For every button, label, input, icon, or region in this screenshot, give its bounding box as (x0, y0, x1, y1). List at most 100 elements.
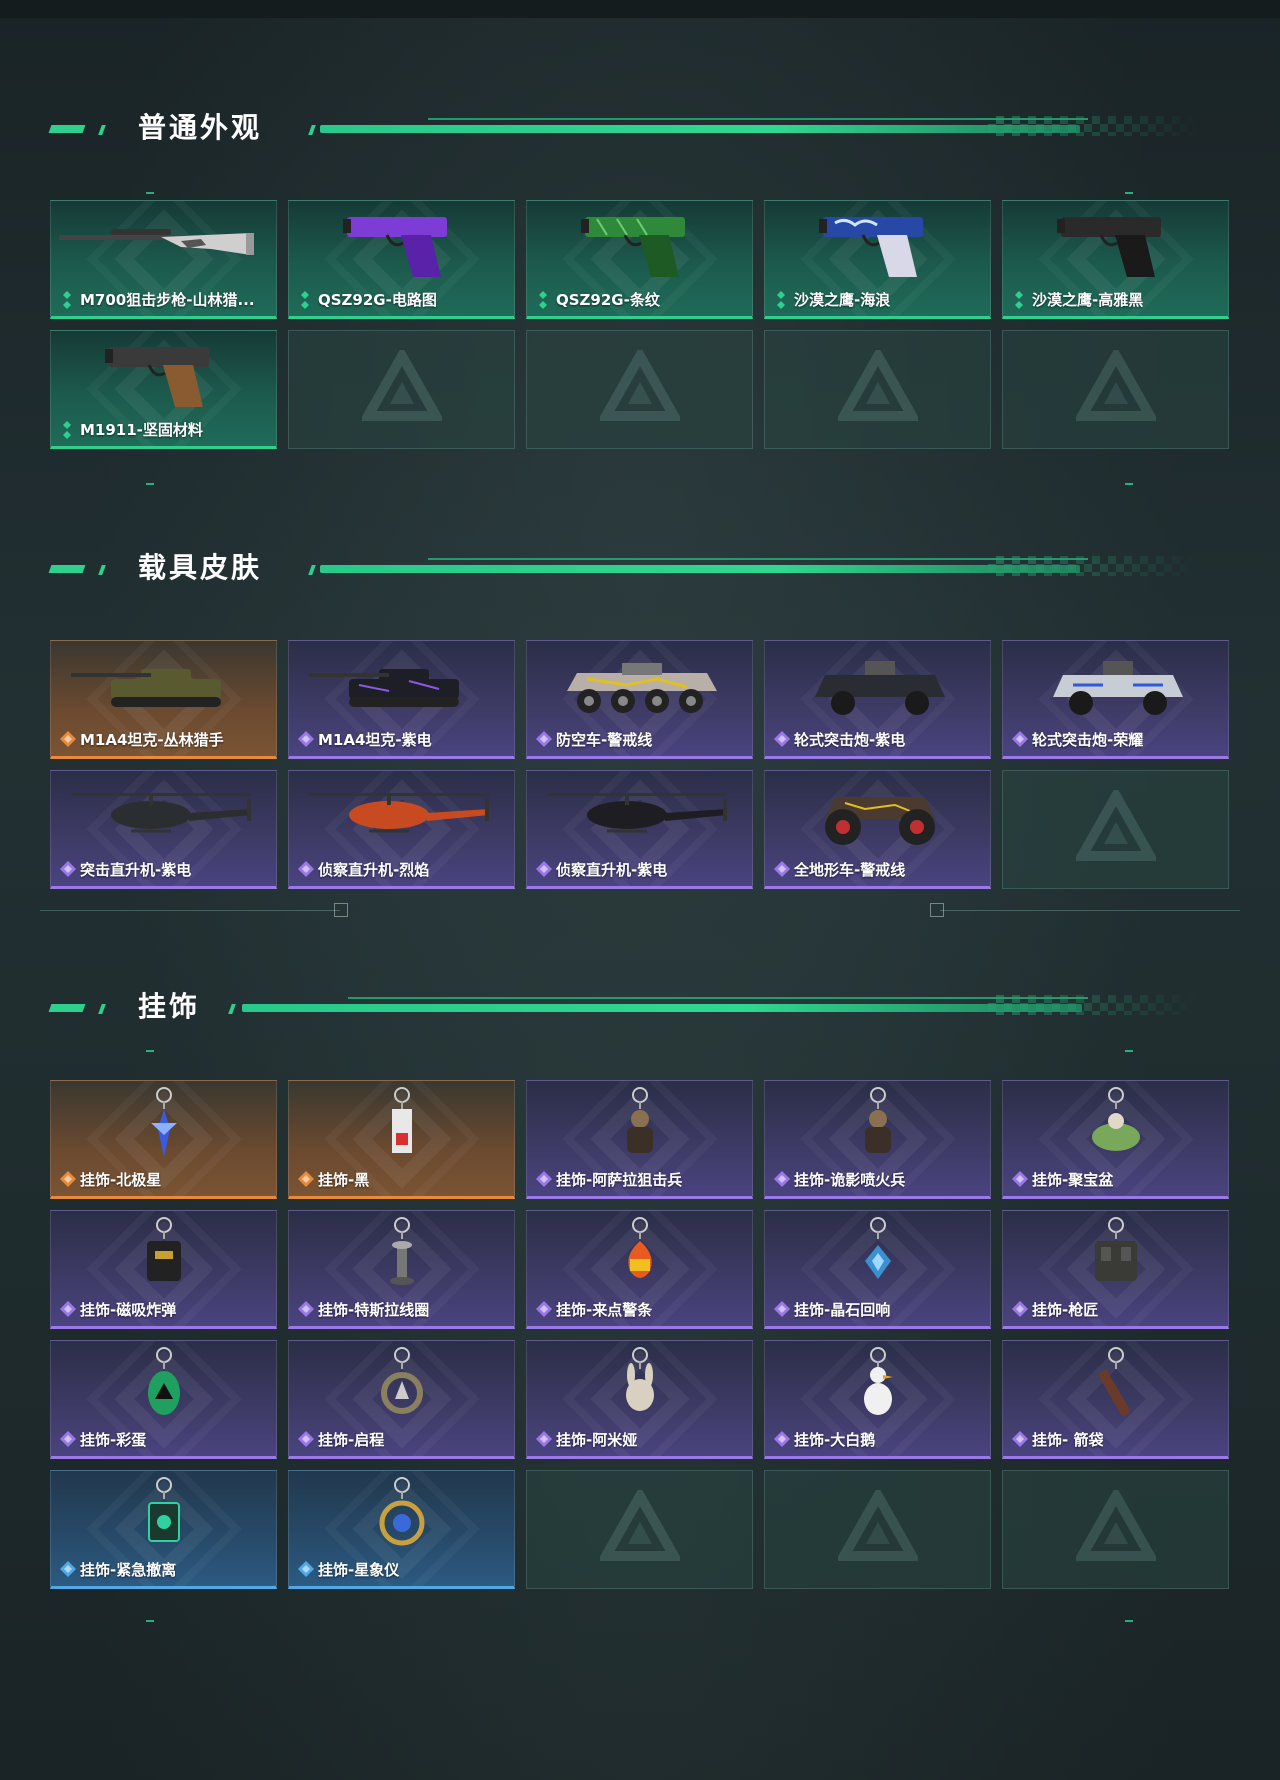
header-accent (98, 1004, 106, 1014)
item-card[interactable]: 挂饰-磁吸炸弹 (50, 1210, 277, 1329)
item-card[interactable]: 侦察直升机-紫电 (526, 770, 753, 889)
item-name: 挂饰-紧急撤离 (80, 1561, 177, 1579)
item-name: 轮式突击炮-紫电 (794, 731, 906, 749)
item-label-row: 沙漠之鹰-海浪 (774, 289, 984, 310)
empty-slot (526, 330, 753, 449)
item-card[interactable]: 挂饰-启程 (288, 1340, 515, 1459)
item-label-row: 挂饰-星象仪 (298, 1559, 508, 1580)
placeholder-logo-icon (361, 349, 442, 421)
item-name: 挂饰-启程 (318, 1431, 385, 1449)
item-card[interactable]: 轮式突击炮-紫电 (764, 640, 991, 759)
item-card[interactable]: 全地形车-警戒线 (764, 770, 991, 889)
item-label-row: QSZ92G-电路图 (298, 289, 508, 310)
frame-mark (1125, 1050, 1133, 1052)
item-card[interactable]: 挂饰-黑 (288, 1080, 515, 1199)
pistol-blue-icon (765, 205, 990, 285)
item-card[interactable]: 挂饰-晶石回响 (764, 1210, 991, 1329)
item-grid-charms: 挂饰-北极星 挂饰-黑 挂饰-阿萨拉狙击兵 挂饰-诡影喷火兵 挂饰-聚宝盆挂饰-磁吸炸弹… (50, 1080, 1229, 1589)
item-card[interactable]: 挂饰-大白鹅 (764, 1340, 991, 1459)
item-name: 挂饰-黑 (318, 1171, 370, 1189)
item-card[interactable]: 轮式突击炮-荣耀 (1002, 640, 1229, 759)
charm-box-icon (51, 1475, 276, 1555)
item-card[interactable]: M1911-坚固材料 (50, 330, 277, 449)
rarity-purple-icon (536, 860, 552, 879)
item-card[interactable]: 挂饰-北极星 (50, 1080, 277, 1199)
rarity-purple-icon (536, 730, 552, 749)
item-label-row: 挂饰-诡影喷火兵 (774, 1169, 984, 1190)
item-card[interactable]: 突击直升机-紫电 (50, 770, 277, 889)
header-line (320, 125, 1080, 133)
empty-slot (1002, 330, 1229, 449)
rarity-green-icon (536, 290, 550, 309)
item-card[interactable]: 沙漠之鹰-海浪 (764, 200, 991, 319)
item-label-row: 突击直升机-紫电 (60, 859, 270, 880)
header-accent (98, 565, 106, 575)
pistol-green-icon (527, 205, 752, 285)
item-card[interactable]: QSZ92G-电路图 (288, 200, 515, 319)
item-card[interactable]: 防空车-警戒线 (526, 640, 753, 759)
rarity-purple-icon (536, 1430, 552, 1449)
placeholder-logo-icon (837, 349, 918, 421)
item-name: 侦察直升机-烈焰 (318, 861, 430, 879)
item-label-row: 挂饰-大白鹅 (774, 1429, 984, 1450)
rarity-purple-icon (298, 1300, 314, 1319)
item-card[interactable]: 挂饰-阿萨拉狙击兵 (526, 1080, 753, 1199)
item-card[interactable]: M1A4坦克-丛林猎手 (50, 640, 277, 759)
header-line (348, 997, 1088, 999)
empty-slot (1002, 1470, 1229, 1589)
item-name: M1911-坚固材料 (80, 421, 203, 439)
item-card[interactable]: 侦察直升机-烈焰 (288, 770, 515, 889)
item-label-row: 挂饰-彩蛋 (60, 1429, 270, 1450)
item-card[interactable]: M700狙击步枪-山林猎... (50, 200, 277, 319)
charm-fire-icon (527, 1215, 752, 1295)
rarity-purple-icon (298, 730, 314, 749)
item-card[interactable]: QSZ92G-条纹 (526, 200, 753, 319)
frame-line (40, 910, 340, 911)
rarity-purple-icon (774, 1300, 790, 1319)
pistol-black-icon (1003, 205, 1228, 285)
item-name: 挂饰-聚宝盆 (1032, 1171, 1114, 1189)
item-name: 挂饰-来点警条 (556, 1301, 653, 1319)
rarity-purple-icon (774, 730, 790, 749)
rarity-purple-icon (298, 860, 314, 879)
item-card[interactable]: 挂饰-阿米娅 (526, 1340, 753, 1459)
placeholder-logo-icon (1075, 789, 1156, 861)
rarity-purple-icon (774, 860, 790, 879)
frame-mark (1125, 483, 1133, 485)
item-label-row: 挂饰-阿萨拉狙击兵 (536, 1169, 746, 1190)
header-accent (228, 1004, 236, 1014)
item-card[interactable]: 挂饰-紧急撤离 (50, 1470, 277, 1589)
rarity-orange-icon (60, 730, 76, 749)
charm-ring-icon (289, 1345, 514, 1425)
helicopter-red-icon (289, 775, 514, 855)
item-card[interactable]: 挂饰-特斯拉线圈 (288, 1210, 515, 1329)
item-card[interactable]: 挂饰-来点警条 (526, 1210, 753, 1329)
item-card[interactable]: 挂饰-枪匠 (1002, 1210, 1229, 1329)
rarity-purple-icon (60, 1300, 76, 1319)
item-card[interactable]: 挂饰-星象仪 (288, 1470, 515, 1589)
item-name: 轮式突击炮-荣耀 (1032, 731, 1144, 749)
rarity-purple-icon (536, 1170, 552, 1189)
rarity-purple-icon (1012, 1300, 1028, 1319)
charm-bomb-icon (51, 1215, 276, 1295)
item-card[interactable]: 挂饰- 箭袋 (1002, 1340, 1229, 1459)
frame-mark (146, 1050, 154, 1052)
item-card[interactable]: M1A4坦克-紫电 (288, 640, 515, 759)
header-accent (48, 125, 86, 133)
item-label-row: 挂饰-紧急撤离 (60, 1559, 270, 1580)
header-checker (988, 116, 1198, 136)
header-accent (48, 565, 86, 573)
rarity-green-icon (298, 290, 312, 309)
item-card[interactable]: 沙漠之鹰-高雅黑 (1002, 200, 1229, 319)
item-label-row: 轮式突击炮-紫电 (774, 729, 984, 750)
item-card[interactable]: 挂饰-彩蛋 (50, 1340, 277, 1459)
item-card[interactable]: 挂饰-聚宝盆 (1002, 1080, 1229, 1199)
item-label-row: 挂饰-聚宝盆 (1012, 1169, 1222, 1190)
item-label-row: QSZ92G-条纹 (536, 289, 746, 310)
rarity-blue-icon (298, 1560, 314, 1579)
item-label-row: 挂饰-磁吸炸弹 (60, 1299, 270, 1320)
item-card[interactable]: 挂饰-诡影喷火兵 (764, 1080, 991, 1199)
charm-egg-icon (51, 1345, 276, 1425)
item-label-row: 挂饰-黑 (298, 1169, 508, 1190)
charm-star-icon (51, 1085, 276, 1165)
